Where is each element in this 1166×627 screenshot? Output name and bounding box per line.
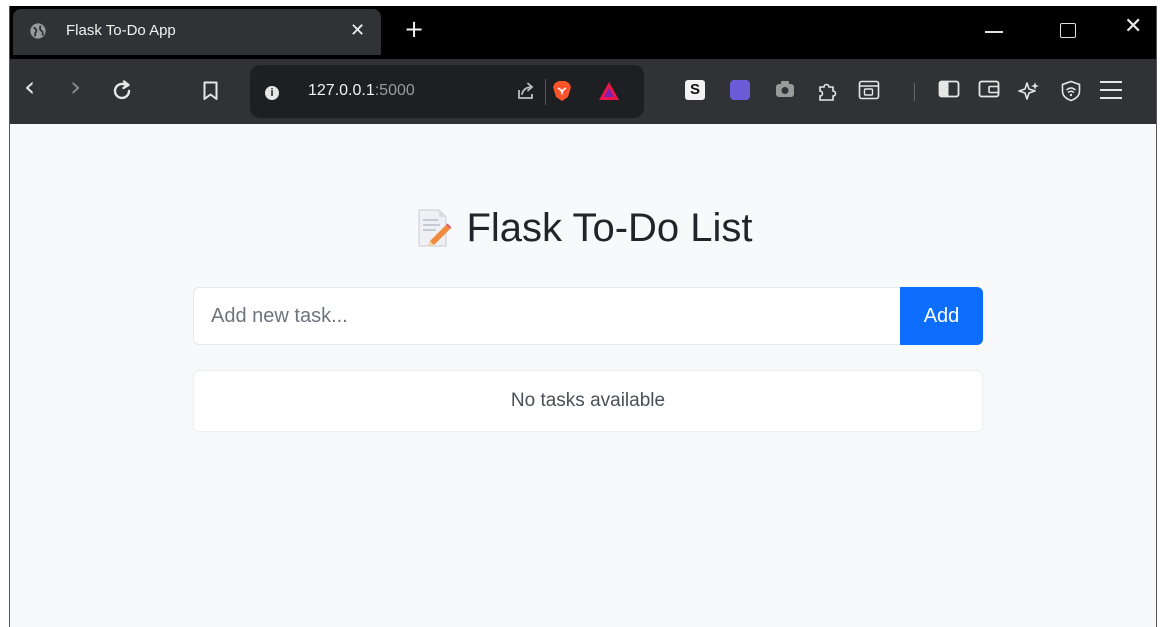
globe-icon bbox=[30, 23, 46, 39]
browser-tab[interactable]: Flask To-Do App ✕ bbox=[13, 9, 381, 55]
tab-title: Flask To-Do App bbox=[66, 22, 176, 39]
add-button[interactable]: Add bbox=[900, 287, 983, 345]
s-extension-icon[interactable]: S bbox=[685, 80, 705, 100]
puzzle-icon[interactable] bbox=[816, 80, 838, 102]
memo-icon bbox=[418, 209, 452, 247]
new-tab-icon[interactable]: + bbox=[404, 16, 424, 42]
window-close-icon[interactable]: ✕ bbox=[1124, 15, 1142, 39]
address-bar[interactable]: i 127.0.0.1:5000 bbox=[250, 65, 644, 118]
brave-rewards-icon[interactable] bbox=[598, 81, 620, 101]
back-icon[interactable]: ‹ bbox=[24, 70, 35, 103]
browser-window: Flask To-Do App ✕ + ✕ ‹ › i 127.0.0.1:50… bbox=[9, 6, 1157, 627]
bookmark-icon[interactable] bbox=[203, 81, 218, 101]
page-content: Flask To-Do List Add No tasks available bbox=[10, 124, 1156, 627]
task-input[interactable] bbox=[193, 287, 900, 345]
share-icon[interactable] bbox=[516, 81, 536, 101]
empty-task-list: No tasks available bbox=[193, 370, 983, 432]
sidebar-icon[interactable] bbox=[938, 80, 960, 98]
brave-shields-icon[interactable] bbox=[552, 80, 572, 102]
purple-extension-icon[interactable] bbox=[730, 80, 750, 100]
site-info-icon[interactable]: i bbox=[265, 86, 279, 100]
wallet-icon[interactable] bbox=[978, 80, 1000, 98]
add-task-form: Add bbox=[193, 287, 983, 345]
camera-extension-icon[interactable] bbox=[775, 80, 795, 98]
vpn-icon[interactable] bbox=[1060, 80, 1082, 102]
url-separator bbox=[545, 79, 546, 105]
menu-icon[interactable] bbox=[1099, 80, 1123, 100]
tab-search-icon[interactable] bbox=[858, 80, 880, 100]
maximize-icon[interactable] bbox=[1060, 23, 1076, 38]
leo-ai-icon[interactable] bbox=[1018, 80, 1040, 102]
page-title: Flask To-Do List bbox=[466, 206, 753, 250]
tab-close-icon[interactable]: ✕ bbox=[350, 21, 365, 41]
minimize-icon[interactable] bbox=[985, 31, 1003, 33]
reload-icon[interactable] bbox=[110, 79, 134, 103]
tab-strip: Flask To-Do App ✕ + ✕ bbox=[10, 6, 1156, 59]
browser-toolbar: ‹ › i 127.0.0.1:5000 S bbox=[10, 59, 1156, 124]
forward-icon[interactable]: › bbox=[70, 70, 81, 103]
page-heading: Flask To-Do List bbox=[10, 204, 1156, 259]
toolbar-separator bbox=[914, 83, 915, 101]
url-text: 127.0.0.1:5000 bbox=[308, 82, 415, 99]
